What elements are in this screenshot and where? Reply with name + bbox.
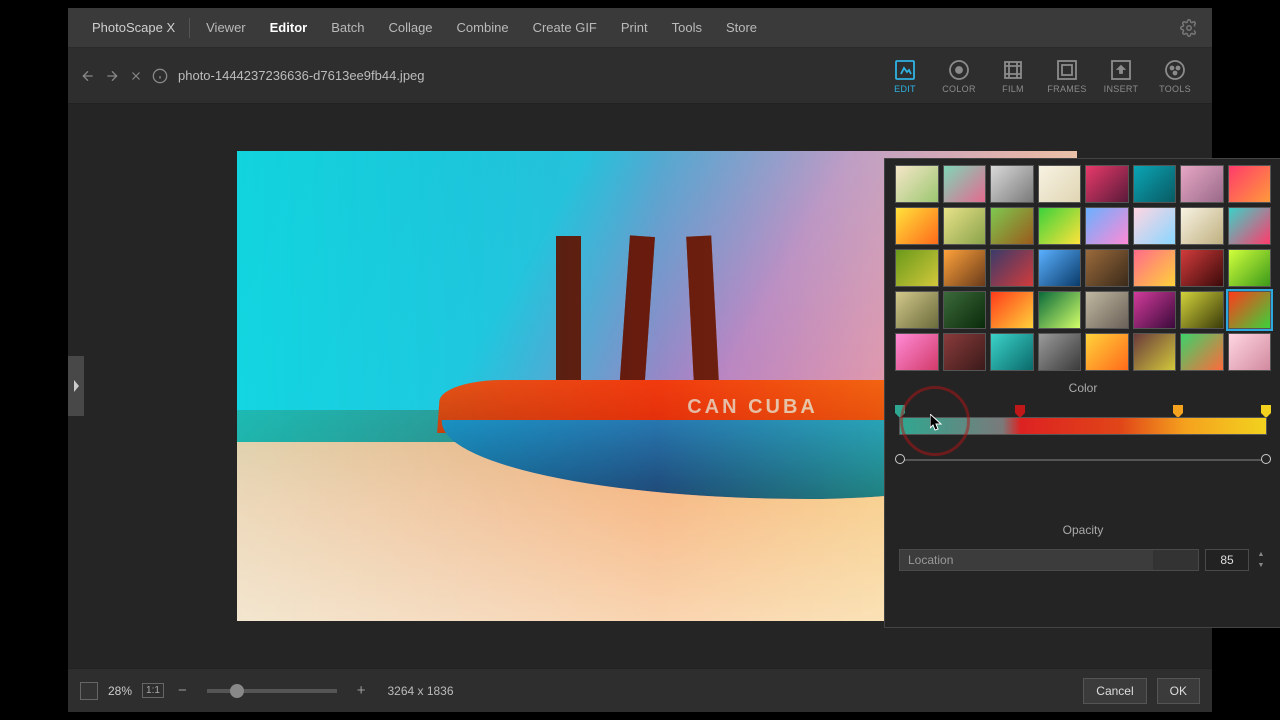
gradient-endpoint-end[interactable] xyxy=(1261,454,1271,464)
nav-back-icon[interactable] xyxy=(78,66,98,86)
zoom-slider[interactable] xyxy=(207,689,337,693)
menu-batch[interactable]: Batch xyxy=(319,20,376,35)
gradient-preset[interactable] xyxy=(1038,165,1082,203)
gradient-endpoint-start[interactable] xyxy=(895,454,905,464)
separator xyxy=(189,18,190,38)
gradient-preset[interactable] xyxy=(895,249,939,287)
gradient-stop-3[interactable] xyxy=(1173,405,1183,417)
color-section-label: Color xyxy=(895,381,1271,395)
gradient-stop-2[interactable] xyxy=(1015,405,1025,417)
close-file-icon[interactable] xyxy=(126,66,146,86)
info-icon[interactable] xyxy=(150,66,170,86)
gradient-preset[interactable] xyxy=(1038,333,1082,371)
gradient-preset[interactable] xyxy=(1180,333,1224,371)
gradient-preset[interactable] xyxy=(1228,291,1272,329)
gradient-stop-1[interactable] xyxy=(895,405,905,417)
gradient-preset[interactable] xyxy=(990,249,1034,287)
menu-print[interactable]: Print xyxy=(609,20,660,35)
tooltab-film-label: FILM xyxy=(1002,84,1024,94)
gradient-preset[interactable] xyxy=(1228,207,1272,245)
menu-store[interactable]: Store xyxy=(714,20,769,35)
zoom-slider-handle[interactable] xyxy=(230,684,244,698)
tooltab-tools[interactable]: TOOLS xyxy=(1148,58,1202,94)
gradient-preset[interactable] xyxy=(1085,207,1129,245)
gradient-endpoint-bar[interactable] xyxy=(895,453,1271,469)
gradient-preset[interactable] xyxy=(1133,165,1177,203)
tooltab-film[interactable]: FILM xyxy=(986,58,1040,94)
cancel-button[interactable]: Cancel xyxy=(1083,678,1146,704)
menu-create-gif[interactable]: Create GIF xyxy=(521,20,609,35)
compare-toggle[interactable] xyxy=(80,682,98,700)
location-value[interactable]: 85 xyxy=(1205,549,1249,571)
app-brand: PhotoScape X xyxy=(82,20,185,35)
location-slider-label: Location xyxy=(908,553,953,567)
gradient-preset[interactable] xyxy=(1085,249,1129,287)
zoom-in-icon[interactable]: + xyxy=(353,682,370,699)
tooltab-insert-label: INSERT xyxy=(1104,84,1139,94)
zoom-actual-size[interactable]: 1:1 xyxy=(142,683,164,698)
gradient-preset[interactable] xyxy=(1038,291,1082,329)
gradient-preset-grid xyxy=(895,165,1271,371)
gradient-preset[interactable] xyxy=(1228,249,1272,287)
tooltab-edit-label: EDIT xyxy=(894,84,916,94)
tooltab-color-label: COLOR xyxy=(942,84,976,94)
toolbar: photo-1444237236636-d7613ee9fb44.jpeg ED… xyxy=(68,48,1212,104)
gradient-preset[interactable] xyxy=(1038,207,1082,245)
gradient-preset[interactable] xyxy=(943,165,987,203)
menu-editor[interactable]: Editor xyxy=(258,20,320,35)
menu-collage[interactable]: Collage xyxy=(376,20,444,35)
gradient-preview-bar xyxy=(899,417,1267,435)
settings-gear-icon[interactable] xyxy=(1180,19,1198,37)
gradient-preset[interactable] xyxy=(990,207,1034,245)
gradient-preset[interactable] xyxy=(895,165,939,203)
menu-bar: PhotoScape X Viewer Editor Batch Collage… xyxy=(68,8,1212,48)
gradient-preset[interactable] xyxy=(1133,333,1177,371)
nav-forward-icon[interactable] xyxy=(102,66,122,86)
gradient-preset[interactable] xyxy=(1085,291,1129,329)
gradient-preset[interactable] xyxy=(990,333,1034,371)
opacity-section-label: Opacity xyxy=(895,523,1271,537)
location-slider[interactable]: Location xyxy=(899,549,1199,571)
gradient-preset[interactable] xyxy=(1133,207,1177,245)
tooltab-color[interactable]: COLOR xyxy=(932,58,986,94)
gradient-stop-4[interactable] xyxy=(1261,405,1271,417)
location-stepper[interactable]: ▲▼ xyxy=(1255,549,1267,571)
gradient-preset[interactable] xyxy=(1180,165,1224,203)
gradient-preset[interactable] xyxy=(1085,165,1129,203)
tooltab-edit[interactable]: EDIT xyxy=(878,58,932,94)
gradient-preset[interactable] xyxy=(943,249,987,287)
gradient-preset[interactable] xyxy=(990,165,1034,203)
tooltab-tools-label: TOOLS xyxy=(1159,84,1191,94)
gradient-picker-popover: Color Opacity Location 85 ▲▼ xyxy=(884,158,1280,628)
ok-button[interactable]: OK xyxy=(1157,678,1200,704)
bottom-bar: 28% 1:1 − + 3264 x 1836 Cancel OK xyxy=(68,668,1212,712)
gradient-preset[interactable] xyxy=(1228,165,1272,203)
tooltab-insert[interactable]: INSERT xyxy=(1094,58,1148,94)
gradient-preset[interactable] xyxy=(1085,333,1129,371)
gradient-preset[interactable] xyxy=(895,207,939,245)
gradient-preset[interactable] xyxy=(1180,207,1224,245)
gradient-preset[interactable] xyxy=(1180,291,1224,329)
gradient-preset[interactable] xyxy=(895,291,939,329)
gradient-preset[interactable] xyxy=(943,207,987,245)
filename-label: photo-1444237236636-d7613ee9fb44.jpeg xyxy=(178,68,425,83)
gradient-preset[interactable] xyxy=(1133,291,1177,329)
gradient-preset[interactable] xyxy=(1228,333,1272,371)
tooltab-frames-label: FRAMES xyxy=(1047,84,1086,94)
menu-combine[interactable]: Combine xyxy=(445,20,521,35)
tooltab-frames[interactable]: FRAMES xyxy=(1040,58,1094,94)
gradient-preset[interactable] xyxy=(943,291,987,329)
menu-viewer[interactable]: Viewer xyxy=(194,20,258,35)
image-dimensions: 3264 x 1836 xyxy=(387,684,453,698)
gradient-preset[interactable] xyxy=(1180,249,1224,287)
gradient-preset[interactable] xyxy=(895,333,939,371)
zoom-value: 28% xyxy=(108,684,132,698)
gradient-preset[interactable] xyxy=(1038,249,1082,287)
gradient-preset[interactable] xyxy=(943,333,987,371)
menu-tools[interactable]: Tools xyxy=(660,20,714,35)
zoom-out-icon[interactable]: − xyxy=(174,682,191,699)
gradient-preset[interactable] xyxy=(1133,249,1177,287)
gradient-preset[interactable] xyxy=(990,291,1034,329)
gradient-bar[interactable] xyxy=(895,401,1271,447)
